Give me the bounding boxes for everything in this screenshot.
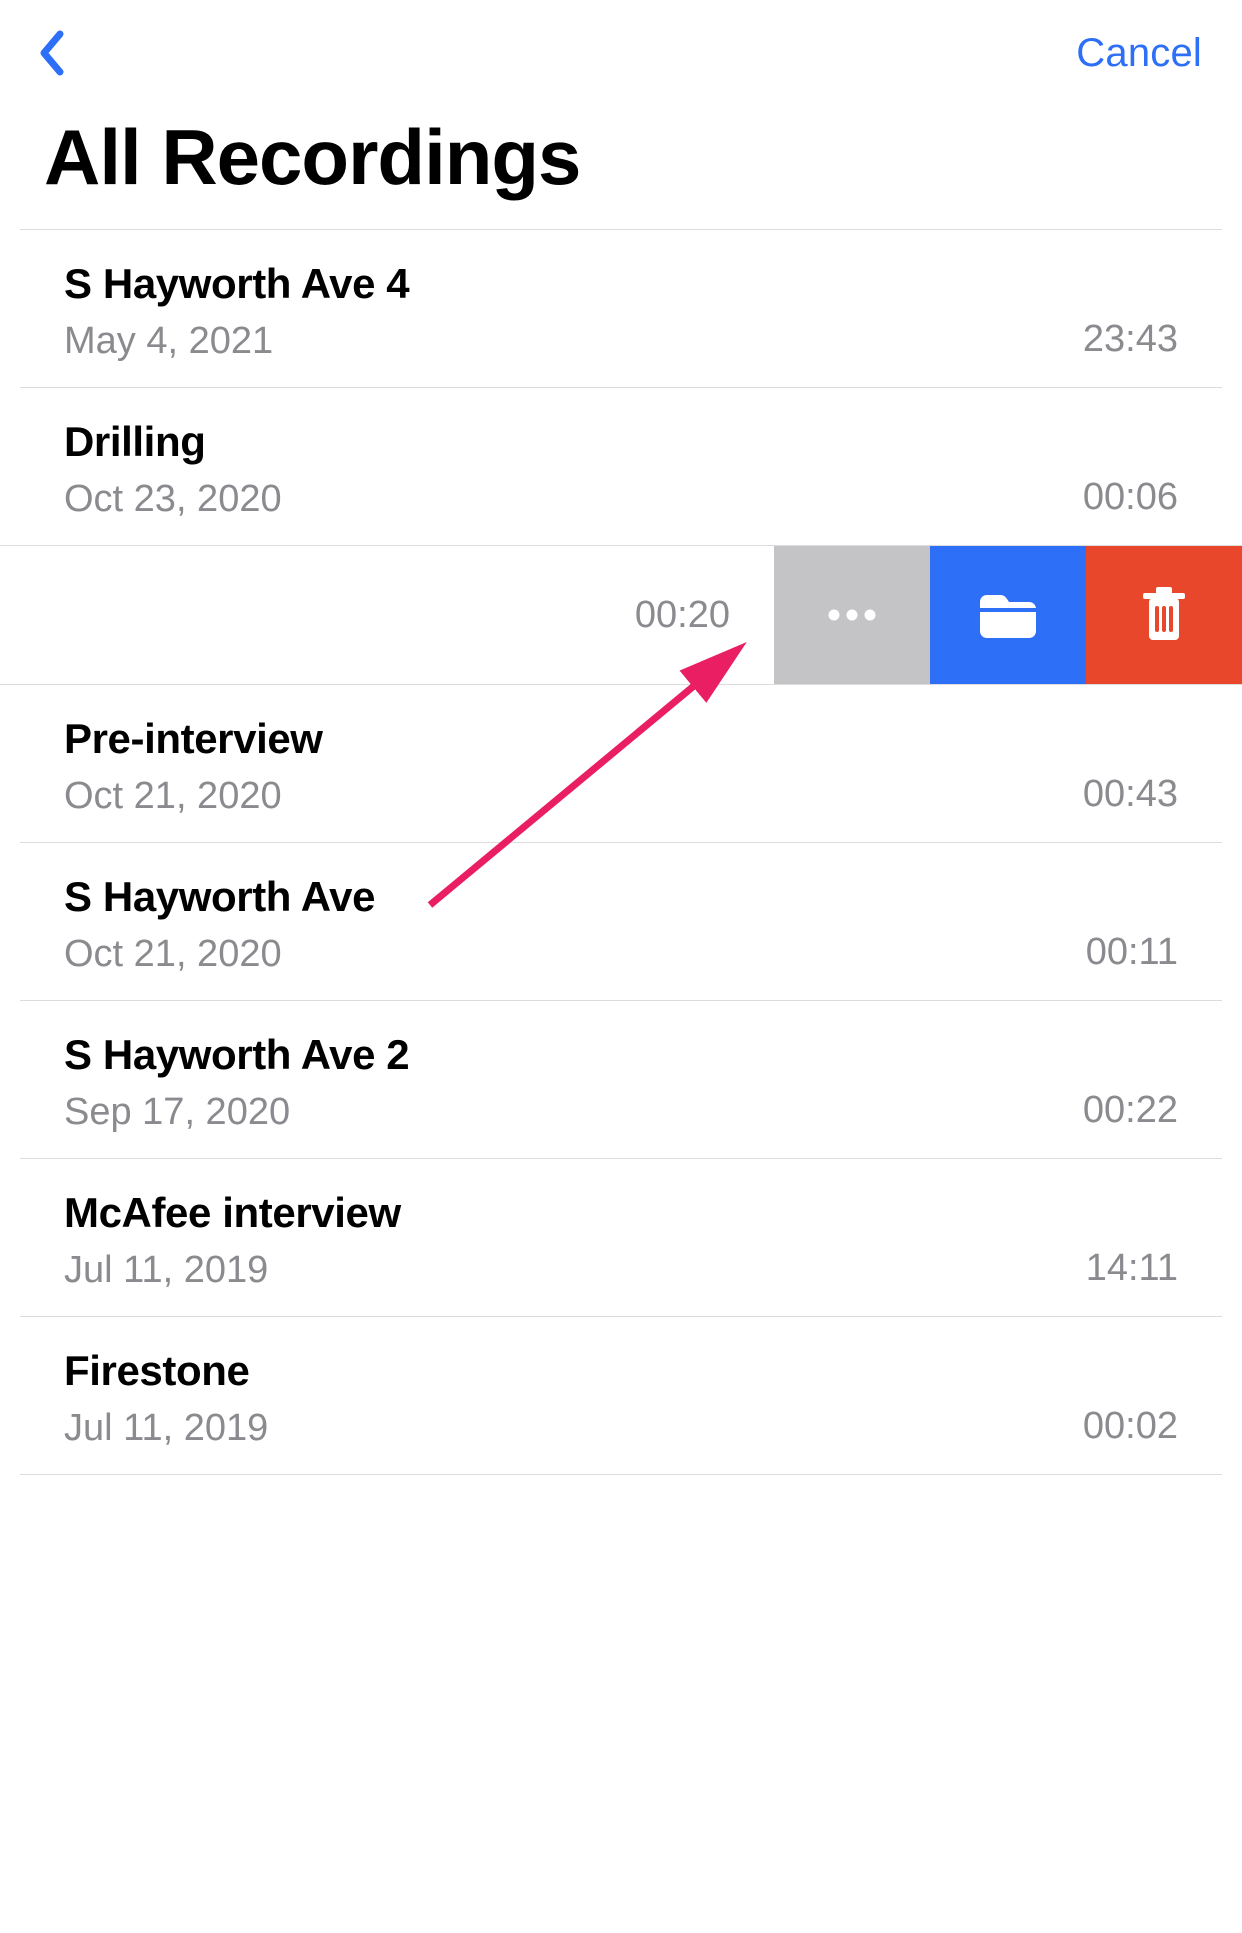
recording-date: Sep 17, 2020 [64,1091,409,1134]
nav-bar: Cancel [0,0,1242,88]
recording-row[interactable]: Drilling Oct 23, 2020 00:06 [20,388,1222,546]
recording-duration: 00:43 [1083,773,1178,818]
ellipsis-icon [824,609,880,621]
recording-title: McAfee interview [64,1189,401,1237]
recording-title: S Hayworth Ave [64,873,375,921]
recording-title: Pre-interview [64,715,323,763]
page-title: All Recordings [0,88,1242,229]
recording-duration: 23:43 [1083,318,1178,363]
recording-row[interactable]: Pre-interview Oct 21, 2020 00:43 [20,685,1222,843]
cancel-button[interactable]: Cancel [1076,31,1202,76]
recording-date: Jul 11, 2019 [64,1407,268,1450]
recording-duration: 00:06 [1083,476,1178,521]
delete-button[interactable] [1086,546,1242,684]
recording-title: Firestone [64,1347,268,1395]
row-texts: Firestone Jul 11, 2019 [64,1347,268,1450]
row-texts: S Hayworth Ave Oct 21, 2020 [64,873,375,976]
recording-duration: 00:11 [1086,931,1178,976]
recording-row[interactable]: S Hayworth Ave Oct 21, 2020 00:11 [20,843,1222,1001]
row-texts: S Hayworth Ave 4 May 4, 2021 [64,260,409,363]
recording-title: Drilling [64,418,282,466]
more-actions-button[interactable] [774,546,930,684]
recording-row[interactable]: S Hayworth Ave 4 May 4, 2021 23:43 [20,230,1222,388]
swiped-content: 00:20 [0,546,774,684]
recording-row[interactable]: S Hayworth Ave 2 Sep 17, 2020 00:22 [20,1001,1222,1159]
recording-row-swiped[interactable]: 00:20 [0,545,1242,685]
recording-duration: 00:02 [1083,1405,1178,1450]
row-texts: Pre-interview Oct 21, 2020 [64,715,323,818]
folder-icon [976,590,1040,640]
recording-row[interactable]: Firestone Jul 11, 2019 00:02 [20,1317,1222,1475]
recording-title: S Hayworth Ave 2 [64,1031,409,1079]
trash-icon [1139,586,1189,644]
recording-row[interactable]: McAfee interview Jul 11, 2019 14:11 [20,1159,1222,1317]
move-to-folder-button[interactable] [930,546,1086,684]
chevron-left-icon [38,30,64,76]
row-texts: S Hayworth Ave 2 Sep 17, 2020 [64,1031,409,1134]
recording-date: Oct 21, 2020 [64,933,375,976]
recording-duration: 14:11 [1086,1247,1178,1292]
recording-date: May 4, 2021 [64,320,409,363]
recording-date: Jul 11, 2019 [64,1249,401,1292]
recording-date: Oct 21, 2020 [64,775,323,818]
recording-title: S Hayworth Ave 4 [64,260,409,308]
recordings-list: S Hayworth Ave 4 May 4, 2021 23:43 Drill… [0,230,1242,1475]
recording-date: Oct 23, 2020 [64,478,282,521]
recording-duration: 00:20 [635,594,730,637]
back-button[interactable] [36,28,66,78]
recording-duration: 00:22 [1083,1089,1178,1134]
row-texts: Drilling Oct 23, 2020 [64,418,282,521]
row-texts: McAfee interview Jul 11, 2019 [64,1189,401,1292]
